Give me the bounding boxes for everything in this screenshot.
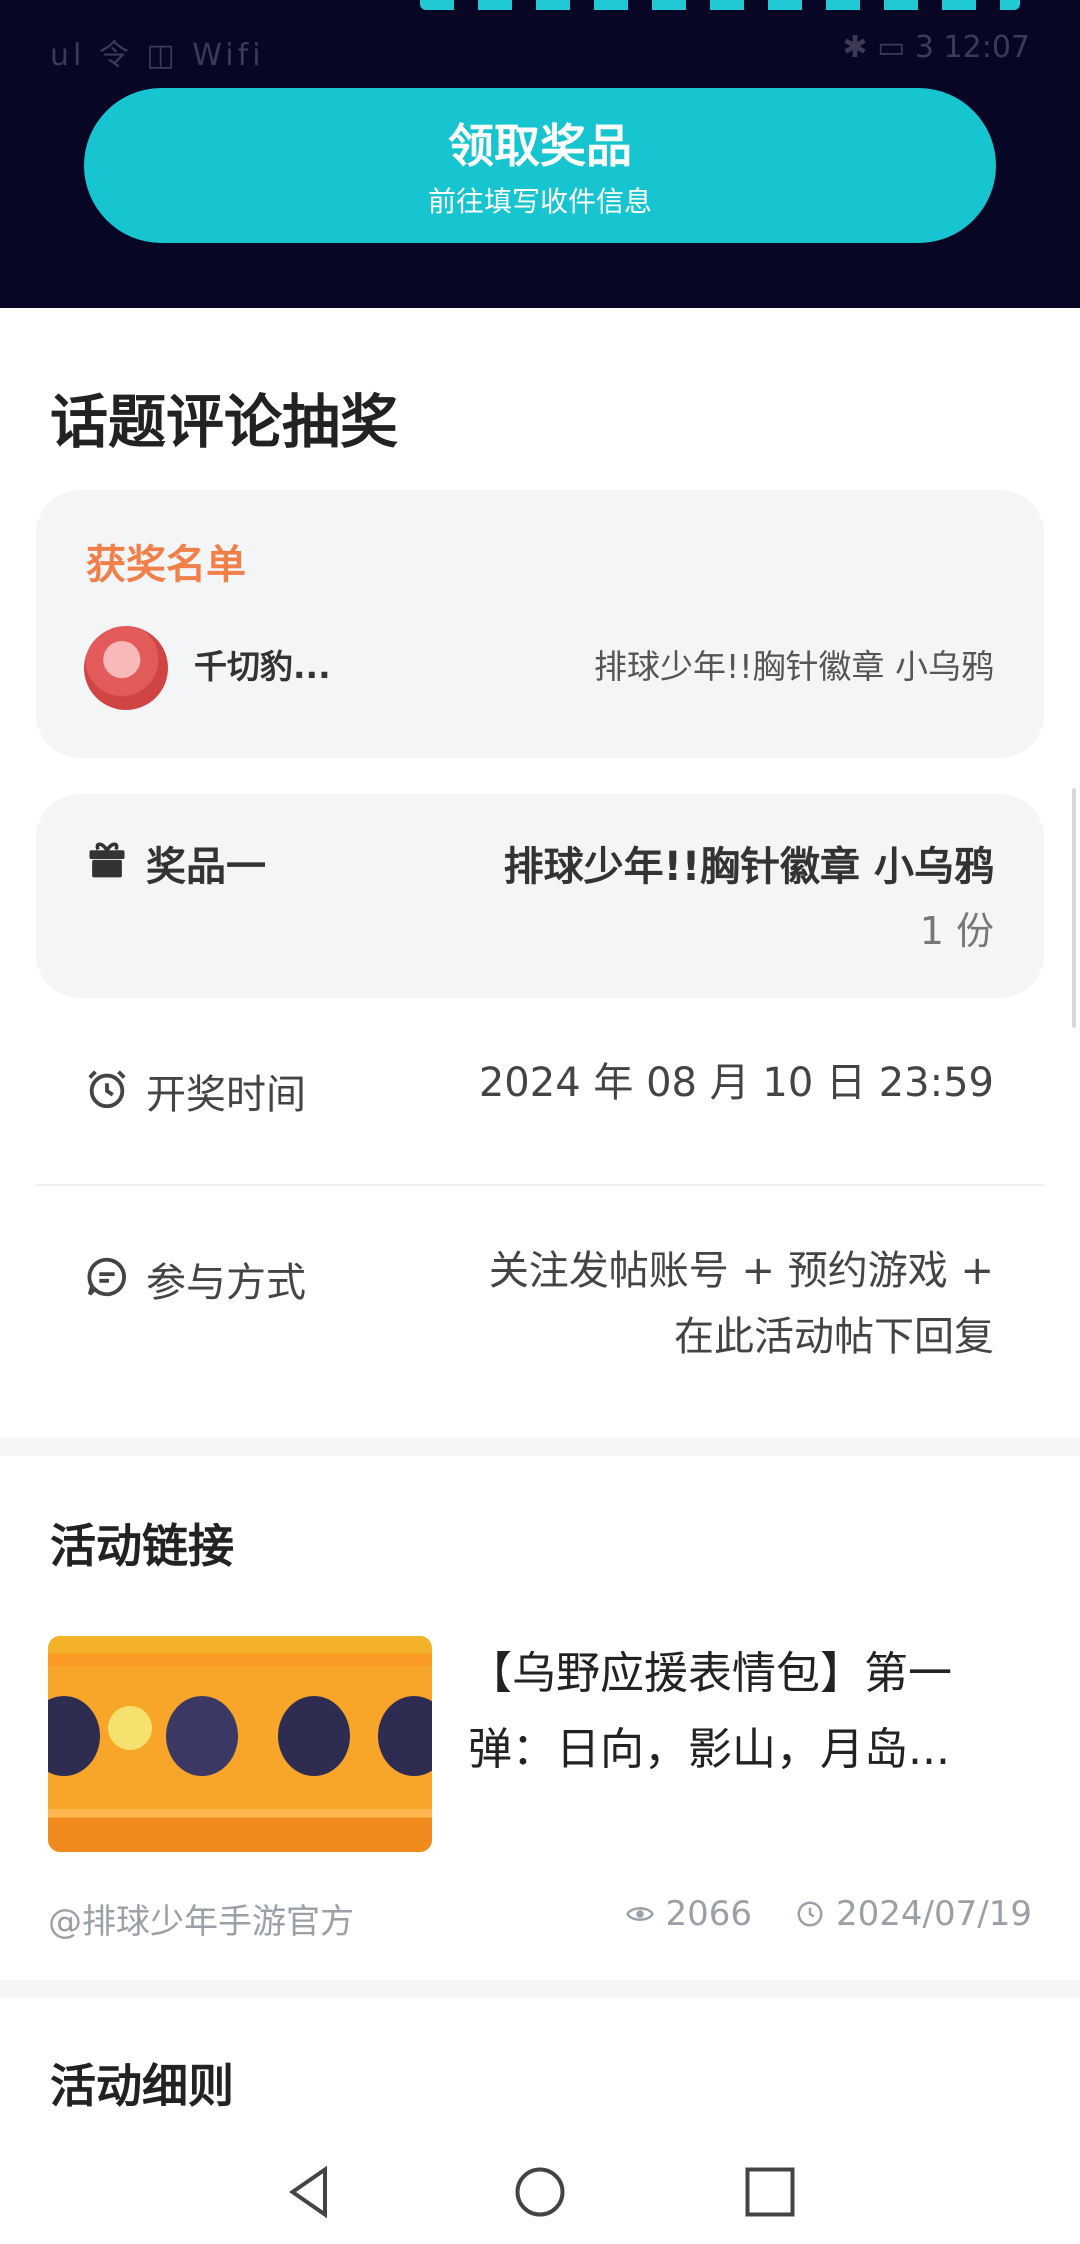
draw-time-row: 开奖时间 2024 年 08 月 10 日 23:59 [36,1060,1044,1180]
clock-icon [797,1901,823,1927]
thumb-character [166,1696,238,1776]
section-gap [0,1980,1080,1998]
thumb-character [108,1706,152,1750]
participation-row: 参与方式 关注发帖账号 + 预约游戏 + 在此活动帖下回复 [36,1248,1044,1390]
status-bar: ul 令 ◫ Wifi ✱ ▭ 3 12:07 [0,20,1080,80]
lottery-title: 话题评论抽奖 [50,388,399,456]
eye-icon [625,1907,654,1921]
article-date: 2024/07/19 [836,1894,1032,1934]
rules-title: 活动细则 [50,2059,234,2113]
gift-icon [89,842,125,878]
winner-name[interactable]: 千切豹... [194,640,331,688]
nav-back-icon[interactable] [280,2162,340,2222]
winners-label: 获奖名单 [86,542,246,588]
thumb-character [278,1696,350,1776]
divider [36,1184,1044,1186]
prize-name: 排球少年!!胸针徽章 小乌鸦 [503,844,994,890]
draw-time-label: 开奖时间 [146,1072,306,1118]
banner-title-cutoff [420,0,1020,10]
participation-value: 关注发帖账号 + 预约游戏 + 在此活动帖下回复 [489,1238,994,1370]
prize-label: 奖品一 [146,844,266,890]
prize-card: 奖品一 排球少年!!胸针徽章 小乌鸦 1 份 [36,794,1044,998]
scroll-indicator[interactable] [1072,788,1076,1028]
avatar[interactable] [84,626,168,710]
winners-card: 获奖名单 千切豹... 排球少年!!胸针徽章 小乌鸦 [36,490,1044,758]
participation-line2: 在此活动帖下回复 [674,1314,994,1360]
system-navigation-bar [0,2140,1080,2244]
top-banner: ul 令 ◫ Wifi ✱ ▭ 3 12:07 领取奖品 前往填写收件信息 [0,0,1080,308]
alarm-clock-icon [88,1070,126,1109]
status-left: ul 令 ◫ Wifi [50,38,265,73]
activity-link-title: 活动链接 [50,1519,234,1573]
nav-recents-icon[interactable] [740,2162,800,2222]
article-title[interactable]: 【乌野应援表情包】第一弹：日向，影山，月岛... [468,1636,1028,1788]
thumb-character [48,1696,100,1776]
thumb-character [378,1696,432,1776]
participation-line1: 关注发帖账号 + 预约游戏 + [488,1248,994,1294]
status-right: ✱ ▭ 3 12:07 [842,30,1030,65]
claim-prize-button[interactable]: 领取奖品 前往填写收件信息 [84,88,996,243]
prize-count: 1 份 [919,909,994,953]
article-views: 2066 [665,1894,752,1934]
participation-label: 参与方式 [146,1260,306,1306]
winner-prize: 排球少年!!胸针徽章 小乌鸦 [594,647,994,686]
article-meta: 2066 2024/07/19 [625,1894,1032,1934]
article-thumbnail[interactable] [48,1636,432,1852]
article-author[interactable]: @排球少年手游官方 [48,1894,354,1943]
claim-prize-title: 领取奖品 [448,119,632,173]
nav-home-icon[interactable] [510,2162,570,2222]
claim-prize-subtitle: 前往填写收件信息 [427,185,652,218]
draw-time-value: 2024 年 08 月 10 日 23:59 [478,1060,994,1106]
chat-bubble-icon [87,1257,127,1297]
section-gap [0,1438,1080,1456]
